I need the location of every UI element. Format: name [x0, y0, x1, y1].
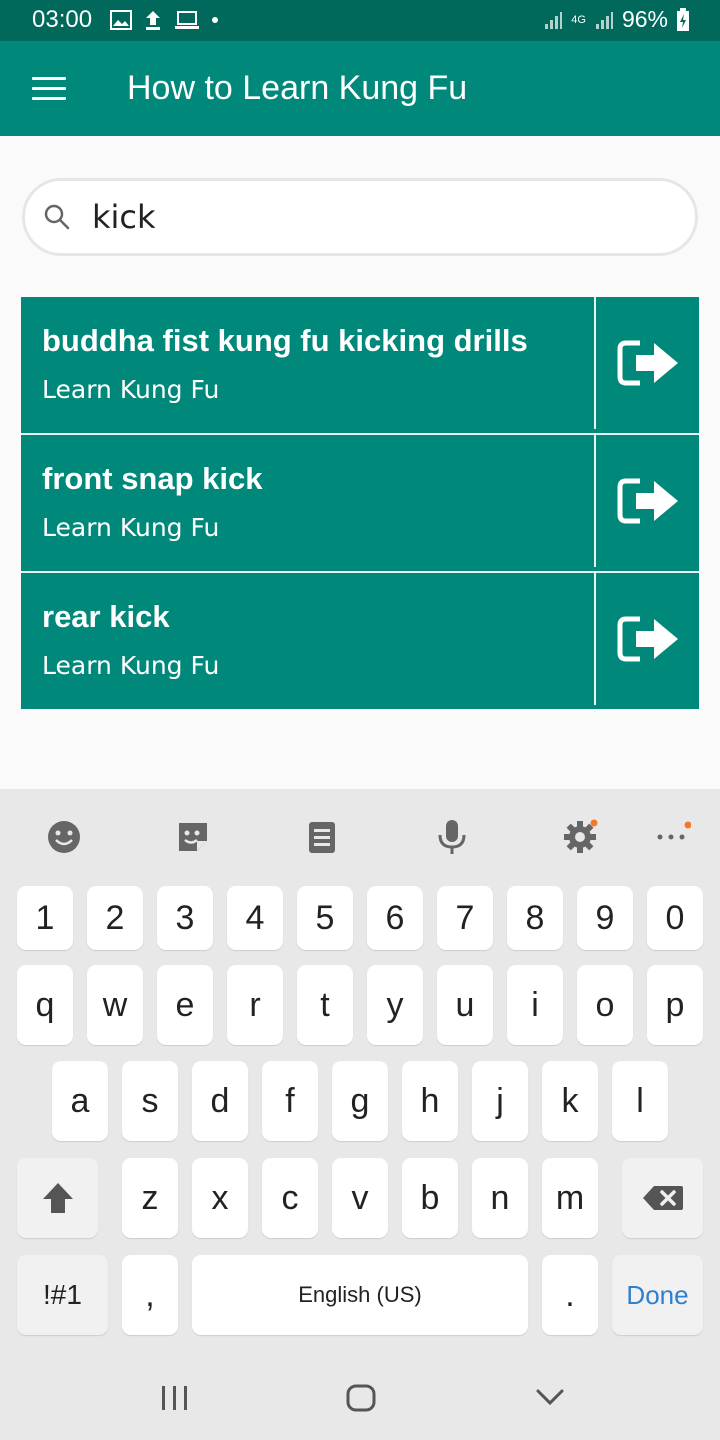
key-b[interactable]: b: [402, 1158, 458, 1238]
period-key[interactable]: .: [542, 1255, 598, 1335]
list-item[interactable]: rear kick Learn Kung Fu: [21, 573, 699, 709]
key-n[interactable]: n: [472, 1158, 528, 1238]
status-time: 03:00: [32, 6, 93, 33]
hamburger-menu-icon[interactable]: [32, 77, 66, 101]
search-bar[interactable]: [22, 178, 698, 256]
key-z[interactable]: z: [122, 1158, 178, 1238]
open-arrow-icon[interactable]: [616, 475, 680, 527]
key-s[interactable]: s: [122, 1061, 178, 1141]
signal-icon: [545, 11, 563, 29]
status-bar: 03:00 4G 96%: [0, 0, 720, 41]
recent-apps-icon[interactable]: [160, 1384, 190, 1412]
key-i[interactable]: i: [507, 965, 563, 1045]
sticker-icon[interactable]: [175, 819, 211, 855]
settings-icon[interactable]: [562, 819, 598, 855]
list-item[interactable]: front snap kick Learn Kung Fu: [21, 435, 699, 573]
key-f[interactable]: f: [262, 1061, 318, 1141]
key-m[interactable]: m: [542, 1158, 598, 1238]
key-7[interactable]: 7: [437, 886, 493, 950]
comma-key[interactable]: ,: [122, 1255, 178, 1335]
soft-keyboard: 1 2 3 4 5 6 7 8 9 0 q w e r t y u i o p …: [0, 789, 720, 1440]
done-key[interactable]: Done: [612, 1255, 703, 1335]
key-2[interactable]: 2: [87, 886, 143, 950]
search-input[interactable]: [92, 195, 652, 239]
clipboard-icon[interactable]: [304, 819, 340, 855]
more-notifications-icon: [212, 17, 218, 23]
result-subtitle: Learn Kung Fu: [42, 513, 220, 542]
result-subtitle: Learn Kung Fu: [42, 651, 220, 680]
key-9[interactable]: 9: [577, 886, 633, 950]
key-6[interactable]: 6: [367, 886, 423, 950]
key-p[interactable]: p: [647, 965, 703, 1045]
key-r[interactable]: r: [227, 965, 283, 1045]
key-v[interactable]: v: [332, 1158, 388, 1238]
key-5[interactable]: 5: [297, 886, 353, 950]
key-e[interactable]: e: [157, 965, 213, 1045]
more-icon[interactable]: [655, 819, 691, 855]
key-j[interactable]: j: [472, 1061, 528, 1141]
key-3[interactable]: 3: [157, 886, 213, 950]
keyboard-toolbar: [0, 789, 720, 884]
microphone-icon[interactable]: [434, 819, 470, 855]
key-g[interactable]: g: [332, 1061, 388, 1141]
search-icon: [44, 204, 70, 230]
key-c[interactable]: c: [262, 1158, 318, 1238]
back-chevron-icon[interactable]: [535, 1384, 565, 1412]
key-4[interactable]: 4: [227, 886, 283, 950]
key-k[interactable]: k: [542, 1061, 598, 1141]
backspace-key[interactable]: [622, 1158, 703, 1238]
shift-key[interactable]: [17, 1158, 98, 1238]
key-w[interactable]: w: [87, 965, 143, 1045]
key-d[interactable]: d: [192, 1061, 248, 1141]
results-list: buddha fist kung fu kicking drills Learn…: [21, 297, 699, 709]
symbols-key[interactable]: !#1: [17, 1255, 108, 1335]
key-y[interactable]: y: [367, 965, 423, 1045]
signal-icon-2: [595, 11, 613, 29]
home-icon[interactable]: [346, 1384, 376, 1412]
page-title: How to Learn Kung Fu: [127, 69, 468, 107]
image-notification-icon: [110, 10, 132, 30]
upload-notification-icon: [146, 11, 160, 30]
shift-arrow-icon: [42, 1183, 73, 1213]
result-title: front snap kick: [42, 461, 263, 496]
key-u[interactable]: u: [437, 965, 493, 1045]
network-type: 4G: [571, 13, 586, 26]
key-q[interactable]: q: [17, 965, 73, 1045]
app-bar: How to Learn Kung Fu: [0, 41, 720, 136]
result-subtitle: Learn Kung Fu: [42, 375, 220, 404]
open-arrow-icon[interactable]: [616, 613, 680, 665]
key-8[interactable]: 8: [507, 886, 563, 950]
key-t[interactable]: t: [297, 965, 353, 1045]
open-arrow-icon[interactable]: [616, 337, 680, 389]
key-0[interactable]: 0: [647, 886, 703, 950]
key-o[interactable]: o: [577, 965, 633, 1045]
laptop-notification-icon: [175, 11, 199, 29]
space-key[interactable]: English (US): [192, 1255, 528, 1335]
result-title: rear kick: [42, 599, 170, 634]
emoji-icon[interactable]: [46, 819, 82, 855]
key-x[interactable]: x: [192, 1158, 248, 1238]
key-a[interactable]: a: [52, 1061, 108, 1141]
battery-icon: [677, 7, 689, 31]
key-h[interactable]: h: [402, 1061, 458, 1141]
list-item[interactable]: buddha fist kung fu kicking drills Learn…: [21, 297, 699, 435]
navigation-bar: [0, 1350, 720, 1440]
result-title: buddha fist kung fu kicking drills: [42, 323, 528, 358]
battery-level: 96%: [621, 6, 668, 32]
key-1[interactable]: 1: [17, 886, 73, 950]
backspace-icon: [642, 1186, 683, 1210]
key-l[interactable]: l: [612, 1061, 668, 1141]
